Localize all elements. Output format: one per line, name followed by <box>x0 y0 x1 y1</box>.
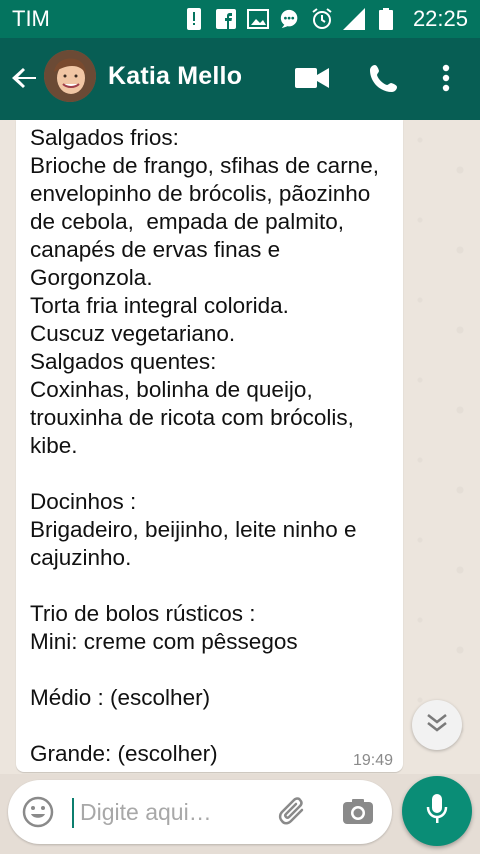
chat-area[interactable]: Salgados frios: Brioche de frango, sfiha… <box>0 120 480 774</box>
signal-icon <box>342 8 365 30</box>
battery-icon <box>375 8 397 30</box>
message-input[interactable] <box>80 794 260 830</box>
contact-name[interactable]: Katia Mello <box>108 62 242 91</box>
mic-icon <box>426 793 448 830</box>
scroll-down-button[interactable] <box>412 700 462 750</box>
video-call-icon[interactable] <box>292 58 332 98</box>
avatar[interactable] <box>44 50 96 102</box>
chat-bubble-icon <box>279 8 301 30</box>
emoji-icon[interactable] <box>22 796 54 828</box>
attach-icon[interactable] <box>278 796 310 828</box>
more-vert-icon[interactable] <box>426 58 466 98</box>
message-composer <box>8 780 392 844</box>
image-icon <box>246 8 269 30</box>
text-cursor <box>72 798 74 828</box>
camera-icon[interactable] <box>342 796 374 828</box>
status-bar: TIM 22:25 <box>0 0 480 38</box>
chevron-double-down-icon <box>426 713 448 738</box>
back-arrow-icon[interactable] <box>8 60 44 96</box>
status-icons: 22:25 <box>183 6 468 32</box>
message-time: 19:49 <box>352 752 393 769</box>
message-text: Salgados frios: Brioche de frango, sfiha… <box>30 125 379 766</box>
facebook-icon <box>215 8 237 30</box>
phone-icon[interactable] <box>364 58 404 98</box>
alert-icon <box>183 8 205 30</box>
carrier-label: TIM <box>12 6 50 31</box>
alarm-icon <box>311 8 333 30</box>
clock: 22:25 <box>412 6 468 31</box>
message-bubble[interactable]: Salgados frios: Brioche de frango, sfiha… <box>16 120 403 772</box>
chat-header: Katia Mello <box>0 38 480 120</box>
mic-button[interactable] <box>402 776 472 846</box>
